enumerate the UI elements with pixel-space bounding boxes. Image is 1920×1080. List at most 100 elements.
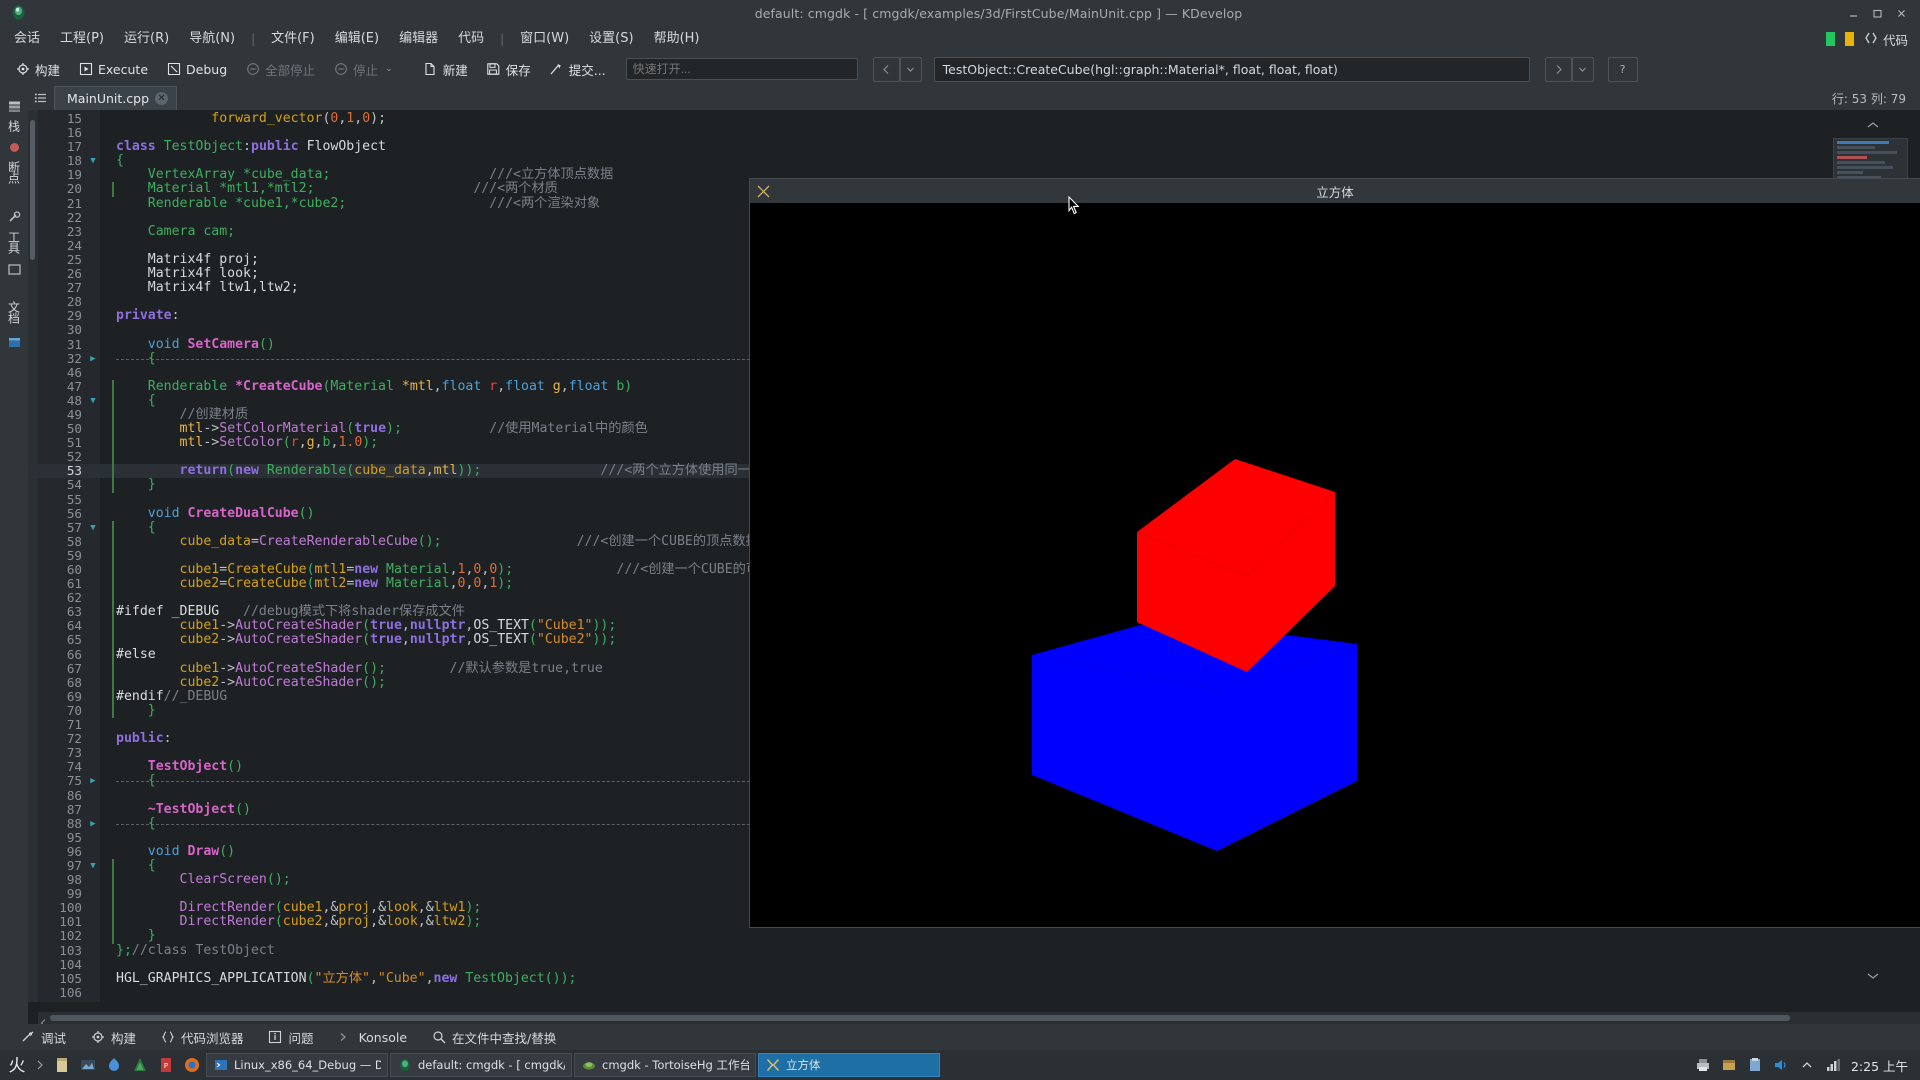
- close-button[interactable]: [1895, 7, 1908, 20]
- toolview-build[interactable]: 构建: [80, 1025, 146, 1050]
- taskbar-clock[interactable]: 2:25 上午: [1851, 1056, 1908, 1075]
- code-line[interactable]: 104: [28, 957, 1920, 972]
- menu-settings[interactable]: 设置(S): [579, 28, 643, 50]
- menu-session[interactable]: 会话: [4, 28, 50, 50]
- menu-file[interactable]: 文件(F): [261, 28, 325, 50]
- context-back-dropdown-button[interactable]: [899, 56, 922, 82]
- taskbar-item-konsole[interactable]: Linux_x86_64_Debug — Do: [206, 1053, 388, 1077]
- printer-icon[interactable]: [1695, 1057, 1712, 1074]
- toolview-problems[interactable]: 问题: [258, 1025, 324, 1050]
- network-icon[interactable]: [1825, 1057, 1842, 1074]
- quick-open-input[interactable]: [625, 58, 858, 80]
- toolview-debug-label: 调试: [41, 1030, 67, 1046]
- menu-code[interactable]: 代码: [448, 28, 494, 50]
- code-line[interactable]: 106: [28, 985, 1920, 1000]
- quicklaunch-file-manager-icon[interactable]: [50, 1053, 74, 1077]
- line-number: 19: [66, 167, 82, 183]
- volume-icon[interactable]: [1773, 1057, 1790, 1074]
- area-switcher-code[interactable]: 代码: [1864, 30, 1908, 49]
- kde-menu-button[interactable]: 火: [4, 1052, 30, 1078]
- minimize-button[interactable]: [1847, 7, 1860, 20]
- editor-hscroll-thumb[interactable]: [50, 1015, 1790, 1021]
- code-line[interactable]: 15 forward_vector(0,1,0);: [28, 111, 1920, 126]
- modified-line-marker: [112, 633, 114, 648]
- debug-button[interactable]: Debug: [158, 58, 235, 81]
- tortoisehg-icon: [581, 1058, 596, 1073]
- toolview-debug[interactable]: 调试: [10, 1025, 76, 1050]
- quicklaunch-text-editor-icon[interactable]: [128, 1053, 152, 1077]
- quicklaunch-image-viewer-icon[interactable]: [76, 1053, 100, 1077]
- code-line[interactable]: 105 HGL_GRAPHICS_APPLICATION("立方体","Cube"…: [28, 971, 1920, 986]
- fold-expand-icon[interactable]: ▶: [86, 352, 100, 366]
- context-back-button[interactable]: [872, 56, 900, 82]
- taskbar-item-cube-app[interactable]: 立方体: [758, 1053, 940, 1077]
- rail-item-tools[interactable]: 工具: [5, 227, 24, 257]
- modified-line-marker: [112, 379, 114, 394]
- menu-window[interactable]: 窗口(W): [510, 28, 579, 50]
- execute-button[interactable]: Execute: [70, 58, 156, 81]
- toolview-konsole[interactable]: Konsole: [328, 1027, 417, 1048]
- tab-list-icon[interactable]: [28, 86, 54, 110]
- stop-dropdown-chevron-icon[interactable]: ⌄: [385, 64, 393, 74]
- editor-horizontal-scrollbar[interactable]: [38, 1012, 1920, 1027]
- modified-line-marker: [112, 605, 114, 620]
- render-window-canvas[interactable]: [750, 203, 1920, 927]
- build-button[interactable]: 构建: [7, 56, 68, 83]
- toolview-code-browser[interactable]: 代码浏览器: [150, 1025, 254, 1050]
- editor-tab-close-icon[interactable]: ✕: [155, 92, 169, 105]
- menu-editor[interactable]: 编辑器: [389, 28, 448, 50]
- line-number: 50: [66, 421, 82, 437]
- render-window-cube[interactable]: 立方体: [749, 178, 1920, 928]
- commit-button[interactable]: 提交...: [541, 56, 614, 83]
- menubar[interactable]: 会话 工程(P) 运行(R) 导航(N) | 文件(F) 编辑(E) 编辑器 代…: [0, 26, 1920, 52]
- toolview-find-replace[interactable]: 在文件中查找/替换: [421, 1025, 566, 1050]
- code-line-text: cube1=CreateCube(mtl1=new Material,1,0,0…: [179, 562, 812, 577]
- clipboard-icon[interactable]: [1747, 1057, 1764, 1074]
- quicklaunch-gimp-icon[interactable]: [102, 1053, 126, 1077]
- menu-run[interactable]: 运行(R): [114, 28, 179, 50]
- rail-item-stack[interactable]: 栈: [5, 116, 24, 135]
- line-number: 88: [66, 815, 82, 831]
- red-cube-shape: [1125, 454, 1360, 674]
- fold-collapse-icon[interactable]: ▼: [86, 154, 100, 168]
- code-line-text: ~TestObject(): [147, 801, 251, 817]
- chevron-up-icon[interactable]: [1799, 1057, 1816, 1074]
- code-line[interactable]: 102 }: [28, 929, 1920, 944]
- menu-separator-2: |: [500, 32, 505, 46]
- new-label: 新建: [442, 62, 468, 78]
- maximize-button[interactable]: [1871, 7, 1884, 20]
- minimap-collapse-chevron-icon[interactable]: [1866, 120, 1880, 133]
- menu-help[interactable]: 帮助(H): [644, 28, 710, 50]
- menu-navigation[interactable]: 导航(N): [179, 28, 245, 50]
- archive-icon[interactable]: [1721, 1057, 1738, 1074]
- context-forward-dropdown-button[interactable]: [1571, 56, 1594, 82]
- taskbar-item-kdevelop[interactable]: default: cmgdk - [ cmgdk/exa: [390, 1053, 572, 1077]
- fold-collapse-icon[interactable]: ▼: [86, 394, 100, 408]
- context-browser-combo[interactable]: TestObject::CreateCube(hgl::graph::Mater…: [933, 56, 1530, 82]
- code-line-text: {: [147, 815, 156, 831]
- code-line[interactable]: 103};//class TestObject: [28, 943, 1920, 958]
- code-line[interactable]: 17 class TestObject:public FlowObject: [28, 140, 1920, 154]
- render-window-titlebar[interactable]: 立方体: [750, 179, 1920, 203]
- fold-collapse-icon[interactable]: ▼: [86, 859, 100, 873]
- taskbar-expand-chevron-icon[interactable]: [32, 1059, 48, 1071]
- quicklaunch-pdf-icon[interactable]: P: [154, 1053, 178, 1077]
- editor-tab-mainunit-cpp[interactable]: MainUnit.cpp ✕: [54, 86, 178, 110]
- menu-separator-1: |: [251, 32, 256, 46]
- menu-edit[interactable]: 编辑(E): [325, 28, 389, 50]
- new-button[interactable]: 新建: [415, 56, 476, 83]
- fold-collapse-icon[interactable]: ▼: [86, 521, 100, 535]
- fold-expand-icon[interactable]: ▶: [86, 774, 100, 788]
- rail-item-documents[interactable]: 文档: [5, 297, 24, 327]
- taskbar-item-tortoisehg[interactable]: cmgdk - TortoiseHg 工作台 -: [574, 1053, 756, 1077]
- menu-project[interactable]: 工程(P): [50, 28, 114, 50]
- save-button[interactable]: 保存: [478, 56, 539, 83]
- line-number: 31: [66, 336, 82, 352]
- whats-this-help-button[interactable]: ?: [1607, 56, 1638, 82]
- window-controls: [1847, 7, 1920, 20]
- fold-expand-icon[interactable]: ▶: [86, 817, 100, 831]
- context-forward-button[interactable]: [1544, 56, 1572, 82]
- minimap-expand-chevron-icon[interactable]: [1866, 971, 1880, 984]
- rail-item-breakpoints[interactable]: 断点: [5, 157, 24, 187]
- quicklaunch-firefox-icon[interactable]: [180, 1053, 204, 1077]
